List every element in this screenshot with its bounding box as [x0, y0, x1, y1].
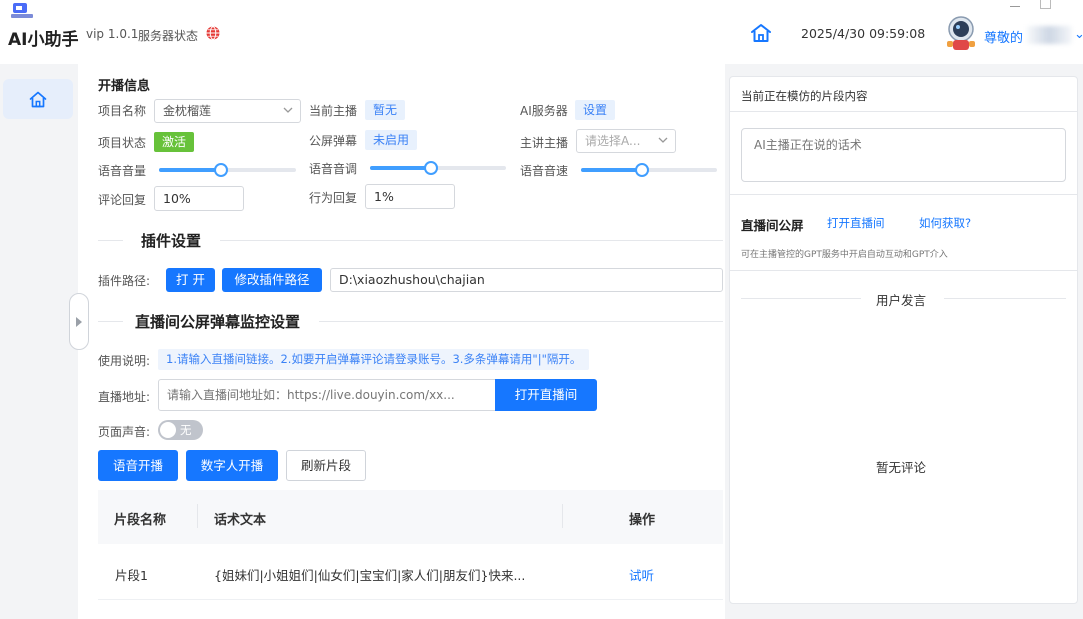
imitating-title: 当前正在模仿的片段内容	[741, 89, 868, 103]
table-row: 片段1 {姐妹们|小姐姐们|仙女们|宝宝们|家人们|朋友们}快来... 试听	[98, 544, 723, 600]
public-screen-title: 直播间公屏	[741, 218, 804, 233]
ai-server-label: AI服务器	[520, 104, 568, 118]
globe-icon[interactable]	[206, 26, 220, 40]
voice-speed-fill	[581, 168, 643, 172]
divider	[944, 298, 1066, 299]
divider	[730, 270, 1077, 271]
divider	[98, 240, 123, 241]
public-danmu-tag: 未启用	[365, 130, 418, 150]
project-name-select[interactable]: 金枕榴莲	[154, 99, 301, 123]
divider	[730, 111, 1077, 112]
preview-link[interactable]: 试听	[629, 565, 654, 584]
voice-volume-handle[interactable]	[213, 163, 228, 177]
divider	[197, 504, 198, 528]
project-name-value: 金枕榴莲	[163, 104, 212, 118]
page-sound-label: 页面声音:	[98, 425, 151, 439]
collapse-toggle[interactable]	[69, 293, 89, 350]
chevron-right-icon	[76, 316, 82, 327]
voice-volume-label: 语音音量	[98, 164, 147, 178]
ai-server-settings-button[interactable]: 设置	[575, 100, 616, 120]
main-host-placeholder: 请选择A...	[585, 134, 641, 148]
chevron-down-icon	[658, 137, 668, 143]
main-host-select[interactable]: 请选择A...	[576, 129, 676, 153]
comment-reply-label: 评论回复	[98, 193, 147, 207]
project-name-label: 项目名称	[98, 104, 147, 118]
project-status-label: 项目状态	[98, 136, 147, 150]
voice-pitch-label: 语音音调	[309, 162, 358, 176]
sidebar-item-home[interactable]	[3, 79, 73, 119]
app-title: AI小助手	[8, 30, 79, 50]
voice-volume-fill	[159, 168, 221, 172]
divider	[98, 321, 123, 322]
app-version: vip 1.0.1	[86, 27, 139, 41]
voice-pitch-handle[interactable]	[424, 161, 439, 175]
minimize-button[interactable]	[1010, 6, 1020, 7]
home-icon	[29, 91, 47, 107]
monitor-section-title: 直播间公屏弹幕监控设置	[135, 313, 301, 331]
main-host-label: 主讲主播	[520, 136, 569, 150]
datetime: 2025/4/30 09:59:08	[801, 26, 926, 41]
url-label: 直播地址:	[98, 390, 151, 404]
how-to-get-link[interactable]: 如何获取?	[919, 215, 971, 231]
action-reply-input[interactable]: 1%	[365, 184, 455, 209]
user-name-redacted	[1026, 26, 1072, 44]
digital-human-start-button[interactable]: 数字人开播	[186, 450, 278, 481]
segment-text: {姐妹们|小姐姐们|仙女们|宝宝们|家人们|朋友们}快来...	[214, 568, 526, 583]
app-logo-icon	[11, 3, 33, 18]
chevron-down-icon[interactable]: ⌄	[1074, 27, 1083, 42]
divider	[562, 504, 563, 528]
voice-speed-handle[interactable]	[635, 163, 650, 177]
maximize-button[interactable]	[1040, 0, 1051, 9]
title-bar: AI小助手 vip 1.0.1 服务器状态 2025/4/30 09:59:08…	[0, 0, 1083, 64]
usage-hint: 1.请输入直播间链接。2.如要开启弹幕评论请登录账号。3.多条弹幕请用"|"隔开…	[158, 349, 590, 370]
usage-label: 使用说明:	[98, 354, 151, 368]
page-sound-toggle[interactable]: 无	[158, 420, 203, 440]
toggle-knob	[160, 422, 176, 438]
current-host-label: 当前主播	[309, 104, 358, 118]
user-speech-title: 用户发言	[876, 293, 927, 308]
plugin-path-label: 插件路径:	[98, 274, 151, 288]
avatar[interactable]	[943, 15, 979, 53]
broadcast-section-title: 开播信息	[98, 79, 151, 94]
sidebar	[0, 64, 78, 619]
voice-pitch-fill	[370, 166, 432, 170]
table-header-cell: 片段名称	[114, 513, 167, 528]
modify-plugin-path-button[interactable]: 修改插件路径	[222, 268, 322, 292]
public-danmu-label: 公屏弹幕	[309, 134, 358, 148]
chevron-down-icon	[283, 107, 293, 113]
divider	[730, 194, 1077, 195]
current-host-tag: 暂无	[365, 100, 406, 120]
main-panel: 开播信息 项目名称 金枕榴莲 当前主播 暂无 AI服务器 设置 项目状态 激活 …	[78, 64, 725, 619]
table-header-cell: 操作	[629, 513, 656, 528]
plugin-open-button[interactable]: 打 开	[166, 268, 215, 292]
divider	[220, 240, 723, 241]
voice-volume-slider[interactable]	[159, 163, 296, 177]
user-greeting[interactable]: 尊敬的	[984, 27, 1023, 46]
open-live-room-button[interactable]: 打开直播间	[495, 379, 597, 411]
voice-speed-label: 语音音速	[520, 164, 569, 178]
open-live-room-link[interactable]: 打开直播间	[827, 215, 885, 231]
table-header: 片段名称 话术文本 操作	[98, 490, 723, 544]
public-screen-hint: 可在主播管控的GPT服务中开启自动互动和GPT介入	[741, 250, 948, 260]
segment-name: 片段1	[115, 568, 148, 583]
refresh-segments-button[interactable]: 刷新片段	[286, 450, 366, 481]
ai-script-textarea[interactable]	[741, 128, 1066, 182]
divider	[319, 321, 723, 322]
project-status-tag: 激活	[154, 132, 195, 152]
no-comments-text: 暂无评论	[876, 460, 927, 475]
comment-reply-input[interactable]: 10%	[154, 186, 244, 211]
divider	[741, 298, 861, 299]
live-url-input[interactable]	[158, 379, 496, 411]
action-reply-label: 行为回复	[309, 191, 358, 205]
home-icon[interactable]	[750, 23, 772, 43]
page-sound-toggle-text: 无	[180, 423, 192, 437]
plugin-section-title: 插件设置	[141, 232, 202, 250]
voice-speed-slider[interactable]	[581, 163, 717, 177]
plugin-path-input[interactable]: D:\xiaozhushou\chajian	[330, 268, 723, 292]
table-header-cell: 话术文本	[214, 513, 267, 528]
server-status-label: 服务器状态	[138, 29, 199, 43]
voice-start-button[interactable]: 语音开播	[98, 450, 178, 481]
right-panel: 当前正在模仿的片段内容 直播间公屏 打开直播间 如何获取? 可在主播管控的GPT…	[729, 76, 1078, 604]
voice-pitch-slider[interactable]	[370, 161, 506, 175]
